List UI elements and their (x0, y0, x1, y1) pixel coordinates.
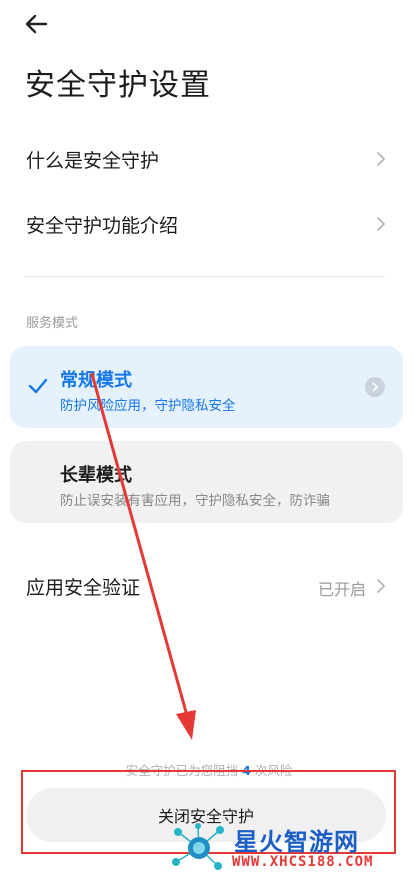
what-is-protection-label: 什么是安全守护 (26, 149, 160, 172)
divider (25, 276, 385, 277)
back-button[interactable] (22, 10, 54, 38)
watermark-title: 星火智游网 (234, 828, 359, 856)
network-logo-icon (172, 823, 224, 870)
what-is-protection-item[interactable]: 什么是安全守护 (0, 131, 418, 187)
mode-desc-elder: 防止误安装有害应用，守护隐私安全，防诈骗 (60, 493, 330, 509)
app-security-verify-item[interactable]: 应用安全验证 已开启 (0, 558, 418, 614)
arrow-left-icon (25, 14, 48, 34)
feature-intro-label: 安全守护功能介绍 (26, 214, 179, 237)
mode-title-normal: 常规模式 (60, 370, 132, 391)
checkmark-icon (28, 378, 48, 394)
section-title-service-mode: 服务模式 (26, 316, 79, 331)
mode-desc-normal: 防护风险应用，守护隐私安全 (60, 398, 236, 414)
chevron-right-icon (377, 217, 385, 231)
mode-detail-button[interactable] (365, 377, 385, 397)
mode-card-normal[interactable]: 常规模式 防护风险应用，守护隐私安全 (10, 346, 403, 428)
feature-intro-item[interactable]: 安全守护功能介绍 (0, 196, 418, 252)
mode-card-elder[interactable]: 长辈模式 防止误安装有害应用，守护隐私安全，防诈骗 (10, 441, 403, 523)
site-watermark: 星火智游网 WWW.XHCS188.COM (162, 818, 412, 876)
watermark-url: WWW.XHCS188.COM (232, 854, 374, 870)
mode-title-elder: 长辈模式 (60, 465, 132, 486)
app-security-verify-status: 已开启 (317, 580, 366, 599)
chevron-right-icon (372, 382, 378, 392)
chevron-right-icon (377, 579, 385, 593)
chevron-right-icon (377, 152, 385, 166)
page-title: 安全守护设置 (25, 68, 211, 103)
app-security-verify-label: 应用安全验证 (26, 577, 141, 599)
